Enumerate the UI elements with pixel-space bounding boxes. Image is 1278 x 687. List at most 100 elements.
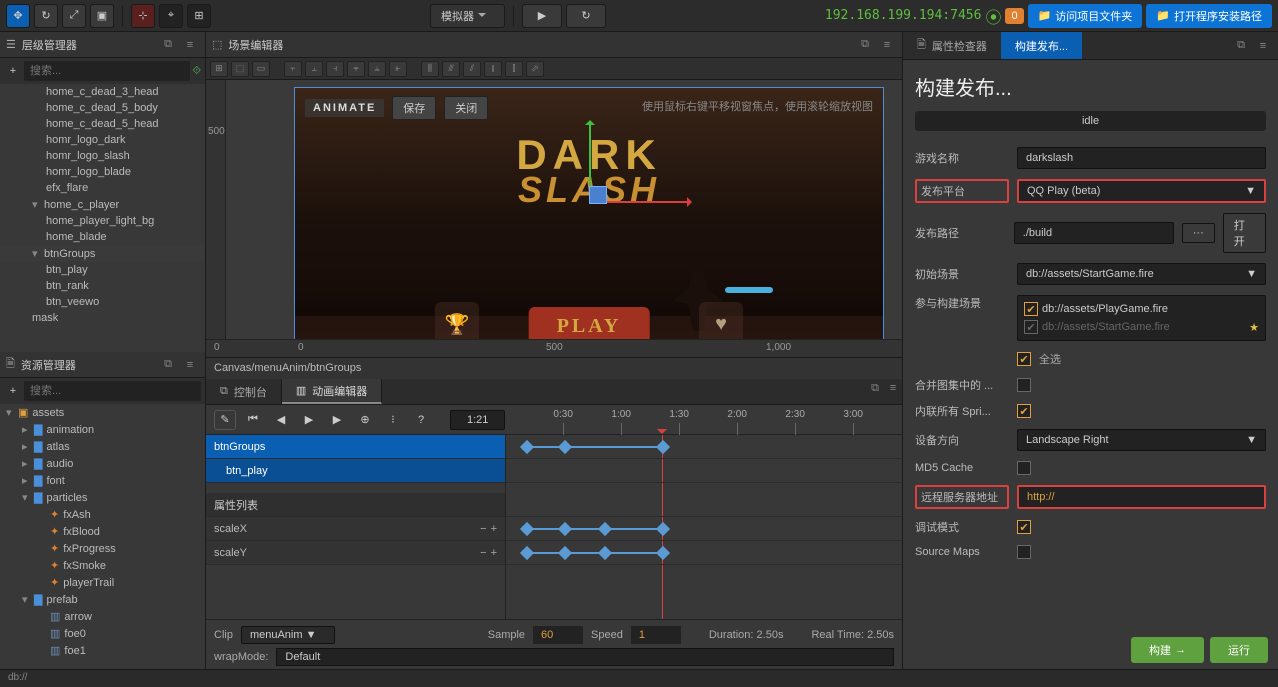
tab-animation-editor[interactable]: ▥动画编辑器 (282, 379, 382, 404)
wrap-mode-select[interactable]: Default (276, 648, 894, 666)
anim-play-button[interactable]: ▶ (298, 410, 320, 430)
dist-h[interactable]: ⫼ (421, 61, 439, 77)
event-button[interactable]: ⁝ (382, 410, 404, 430)
checkbox-icon[interactable]: ✔ (1024, 302, 1038, 316)
tab-inspector[interactable]: 🗎属性检查器 (903, 32, 1001, 59)
tab-build[interactable]: 构建发布... (1001, 32, 1082, 59)
timeline-lanes[interactable] (506, 435, 902, 619)
asset-item[interactable]: ▾▣assets (0, 404, 205, 421)
tab-console[interactable]: ⧉控制台 (206, 379, 282, 404)
hierarchy-search-input[interactable] (24, 61, 190, 81)
add-node-button[interactable]: + (4, 62, 22, 80)
checkbox-icon[interactable]: ✔ (1024, 320, 1038, 334)
path-input[interactable] (1014, 222, 1174, 244)
rotate-tool[interactable]: ↻ (34, 4, 58, 28)
hierarchy-item[interactable]: home_c_dead_5_head (0, 116, 205, 132)
menu-icon[interactable]: ≡ (878, 36, 896, 54)
refresh-button[interactable]: ↻ (566, 4, 606, 28)
scene-list-item[interactable]: ✔db://assets/PlayGame.fire (1022, 300, 1261, 318)
menu-icon[interactable]: ≡ (181, 356, 199, 374)
start-scene-select[interactable]: db://assets/StartGame.fire▼ (1017, 263, 1266, 285)
popout-icon[interactable]: ⧉ (856, 36, 874, 54)
sourcemap-checkbox[interactable] (1017, 545, 1031, 559)
dist-4[interactable]: ⫾ (484, 61, 502, 77)
align-left[interactable]: ⫟ (284, 61, 302, 77)
md5-checkbox[interactable] (1017, 461, 1031, 475)
asset-item[interactable]: ✦playerTrail (0, 574, 205, 591)
open-path-button[interactable]: 打开 (1223, 213, 1266, 253)
asset-item[interactable]: ▥foe1 (0, 642, 205, 659)
timeline-ruler[interactable]: 0:301:001:302:002:303:00 (523, 405, 894, 434)
hierarchy-item[interactable]: btn_rank (0, 278, 205, 294)
scene-list-item[interactable]: ✔db://assets/StartGame.fire★ (1022, 318, 1261, 336)
game-name-input[interactable] (1017, 147, 1266, 169)
first-frame-button[interactable]: ⏮ (242, 410, 264, 430)
popout-icon[interactable]: ⧉ (159, 36, 177, 54)
simulator-select[interactable]: 模拟器 (430, 4, 505, 28)
asset-item[interactable]: ▾▇particles (0, 489, 205, 506)
plus-icon[interactable]: + (491, 523, 497, 535)
track-btn-play[interactable]: btn_play (206, 459, 505, 483)
play-button[interactable]: ▶ (522, 4, 562, 28)
platform-select[interactable]: QQ Play (beta)▼ (1017, 179, 1266, 203)
notification-badge[interactable]: 0 (1005, 8, 1023, 24)
popout-icon[interactable]: ⧉ (866, 379, 884, 397)
menu-icon[interactable]: ≡ (884, 379, 902, 397)
plus-icon[interactable]: + (491, 547, 497, 559)
speed-input[interactable] (631, 626, 681, 644)
minus-icon[interactable]: − (480, 547, 486, 559)
hierarchy-item[interactable]: homr_logo_dark (0, 132, 205, 148)
open-install-path-button[interactable]: 📁打开程序安装路径 (1146, 4, 1272, 28)
dist-6[interactable]: ⬀ (526, 61, 544, 77)
link-icon[interactable]: ⟐ (192, 65, 201, 78)
align-bottom[interactable]: ⫦ (389, 61, 407, 77)
move-tool[interactable]: ✥ (6, 4, 30, 28)
asset-item[interactable]: ▾▇prefab (0, 591, 205, 608)
browse-button[interactable]: ··· (1182, 223, 1215, 243)
dist-5[interactable]: ⫿ (505, 61, 523, 77)
dist-v[interactable]: ⫻ (442, 61, 460, 77)
asset-item[interactable]: ▸▇audio (0, 455, 205, 472)
rect-tool[interactable]: ▣ (90, 4, 114, 28)
asset-item[interactable]: ▸▇font (0, 472, 205, 489)
local-tool[interactable]: ⌖ (159, 4, 183, 28)
snap-tool[interactable]: ⊞ (187, 4, 211, 28)
align-right[interactable]: ⫞ (326, 61, 344, 77)
visit-project-folder-button[interactable]: 📁访问项目文件夹 (1028, 4, 1143, 28)
asset-item[interactable]: ▥foe0 (0, 625, 205, 642)
asset-item[interactable]: ✦fxBlood (0, 523, 205, 540)
clip-select[interactable]: menuAnim ▼ (241, 626, 336, 644)
run-button[interactable]: 运行 (1210, 637, 1268, 663)
orientation-select[interactable]: Landscape Right▼ (1017, 429, 1266, 451)
scene-tool-1[interactable]: ⊞ (210, 61, 228, 77)
merge-atlas-checkbox[interactable] (1017, 378, 1031, 392)
remote-server-input[interactable] (1017, 485, 1266, 509)
hierarchy-item[interactable]: homr_logo_slash (0, 148, 205, 164)
asset-item[interactable]: ✦fxProgress (0, 540, 205, 557)
animate-save-button[interactable]: 保存 (392, 96, 436, 120)
hierarchy-item[interactable]: efx_flare (0, 180, 205, 196)
popout-icon[interactable]: ⧉ (159, 356, 177, 374)
assets-search-input[interactable] (24, 381, 201, 401)
hierarchy-item[interactable]: home_c_dead_3_head (0, 84, 205, 100)
scene-tool-2[interactable]: ⬚ (231, 61, 249, 77)
prop-scaleX[interactable]: scaleX−+ (206, 517, 505, 541)
hierarchy-item[interactable]: btn_veewo (0, 294, 205, 310)
inline-sprite-checkbox[interactable]: ✔ (1017, 404, 1031, 418)
anchor-tool[interactable]: ⊹ (131, 4, 155, 28)
align-top[interactable]: ⫧ (347, 61, 365, 77)
track-btnGroups[interactable]: btnGroups (206, 435, 505, 459)
dist-3[interactable]: ⫽ (463, 61, 481, 77)
help-button[interactable]: ? (410, 410, 432, 430)
next-frame-button[interactable]: ▶ (326, 410, 348, 430)
asset-item[interactable]: ✦fxSmoke (0, 557, 205, 574)
asset-item[interactable]: ▥arrow (0, 608, 205, 625)
hierarchy-item[interactable]: ▾home_c_player (0, 196, 205, 213)
build-button[interactable]: 构建 → (1131, 637, 1204, 663)
hierarchy-item[interactable]: homr_logo_blade (0, 164, 205, 180)
align-center-h[interactable]: ⫠ (305, 61, 323, 77)
hierarchy-item[interactable]: home_c_dead_5_body (0, 100, 205, 116)
hierarchy-item[interactable]: home_blade (0, 229, 205, 245)
record-button[interactable]: ✎ (214, 410, 236, 430)
scale-tool[interactable]: ⤢ (62, 4, 86, 28)
